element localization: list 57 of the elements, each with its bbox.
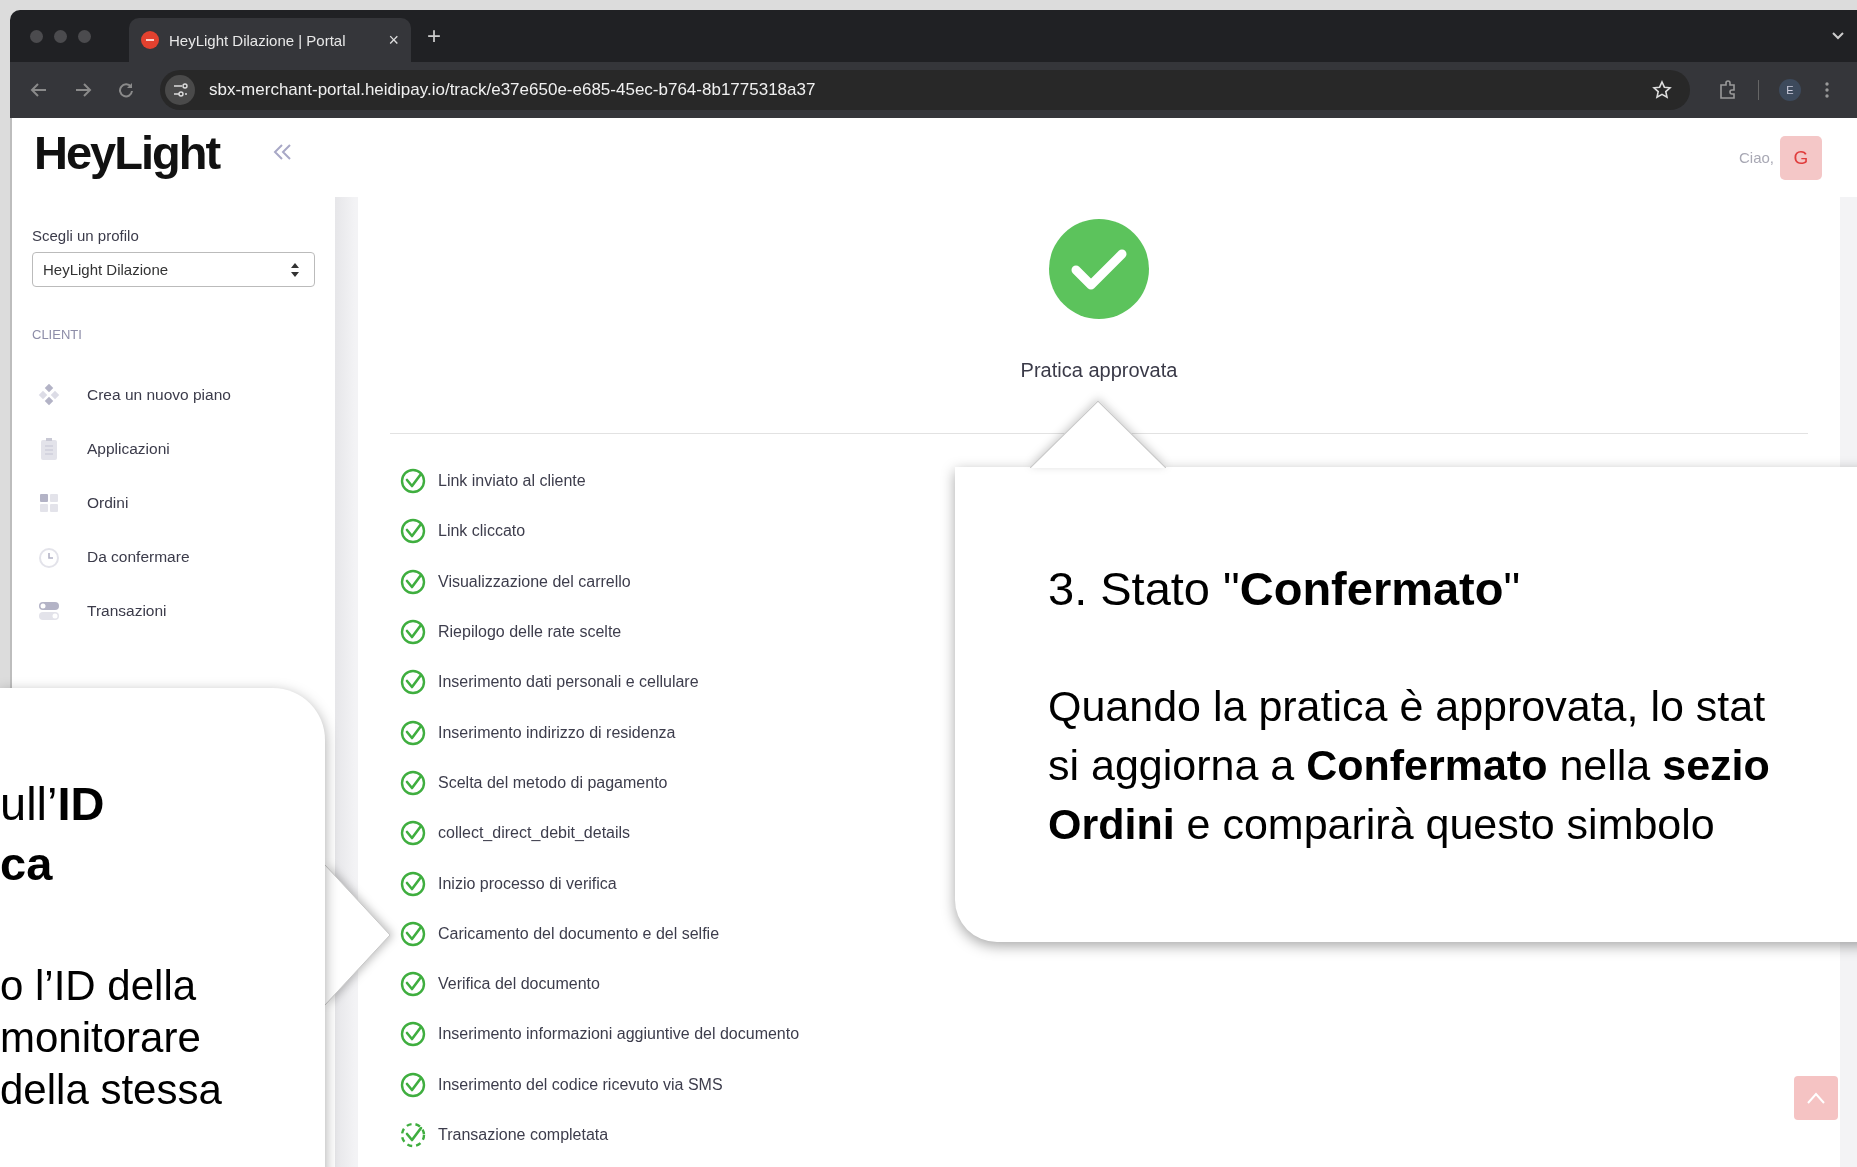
sidebar-item[interactable]: Transazioni (32, 584, 315, 638)
reload-icon[interactable] (118, 82, 134, 98)
clipboard-icon (38, 438, 60, 460)
step-label: Inserimento indirizzo di residenza (438, 723, 676, 742)
sidebar-item[interactable]: Crea un nuovo piano (32, 368, 315, 422)
clock-icon (38, 546, 60, 568)
toggle-icon (38, 600, 60, 622)
chevron-down-icon[interactable] (1831, 31, 1845, 41)
sort-arrows-icon (290, 262, 300, 277)
window-control-dot[interactable] (78, 29, 91, 43)
field-label: Scegli un profilo (32, 227, 140, 244)
step-label: collect_direct_debit_details (438, 824, 631, 843)
forward-icon[interactable] (74, 82, 92, 98)
logo: HeyLight (33, 124, 220, 180)
step-label: Caricamento del documento e del selfie (438, 924, 720, 943)
address-bar[interactable]: sbx-merchant-portal.heidipay.io/track/e37e650e-e685-45ec-b764-8b1775318a37 (160, 70, 1690, 110)
step-label: Inizio processo di verifica (438, 874, 617, 893)
window-control-dot[interactable] (30, 29, 43, 43)
grid-icon (38, 492, 60, 514)
window-control-dot[interactable] (54, 29, 67, 43)
star-icon[interactable] (1652, 80, 1672, 100)
sidebar-item[interactable]: Da confermare (32, 530, 315, 584)
puzzle-icon[interactable] (1718, 80, 1738, 100)
url-text: sbx-merchant-portal.heidipay.io/track/e37e650e-e685-45ec-b764-8b1775318a37 (209, 80, 816, 100)
arrow-up-icon (1806, 1091, 1826, 1105)
step-label: Link inviato al cliente (438, 472, 586, 491)
step-label: Visualizzazione del carrello (438, 572, 631, 591)
step-label: Riepilogo delle rate scelte (438, 623, 622, 642)
step-label: Verifica del documento (438, 975, 600, 994)
callout-text: Quando la pratica è approvata, lo stat si aggiorna a Confermato nella sezio Ordini e comparirà questo simbolo (1048, 681, 1771, 850)
browser-tab[interactable]: HeyLight Dilazione | Portal × (129, 18, 411, 62)
collapse-icon[interactable] (271, 142, 293, 162)
favicon-icon (141, 31, 159, 49)
step-label: Inserimento del codice ricevuto via SMS (438, 1075, 723, 1094)
step-label: Link cliccato (438, 522, 526, 541)
tab-title: HeyLight Dilazione | Portal (169, 31, 347, 49)
profile-select[interactable]: HeyLight Dilazione (32, 252, 315, 287)
back-icon[interactable] (30, 82, 48, 98)
site-info-icon[interactable] (165, 75, 195, 105)
profile-button[interactable]: E (1779, 79, 1801, 101)
more-icon[interactable] (1825, 81, 1829, 99)
callout-title: ull’ID ca (0, 776, 106, 892)
step-label: Transazione completata (438, 1126, 609, 1144)
greeting-text: Ciao, (1738, 149, 1774, 166)
callout-text: o l’ID della monitorare della stessa (0, 961, 223, 1115)
success-check-icon (1049, 219, 1149, 319)
step-label: Inserimento dati personali e cellulare (438, 673, 699, 692)
diamonds-icon (38, 384, 60, 406)
callout-title: 3. Stato "Confermato" (1048, 561, 1522, 617)
status-title: Pratica approvata (1020, 359, 1178, 382)
close-tab-button[interactable]: × (388, 29, 399, 51)
step-label: Scelta del metodo di pagamento (438, 773, 668, 792)
sidebar-item[interactable]: Applicazioni (32, 422, 315, 476)
new-tab-button[interactable]: + (427, 22, 441, 50)
step-label: Inserimento informazioni aggiuntive del documento (438, 1025, 800, 1044)
section-heading: CLIENTI (32, 327, 83, 342)
sidebar-item[interactable]: Ordini (32, 476, 315, 530)
